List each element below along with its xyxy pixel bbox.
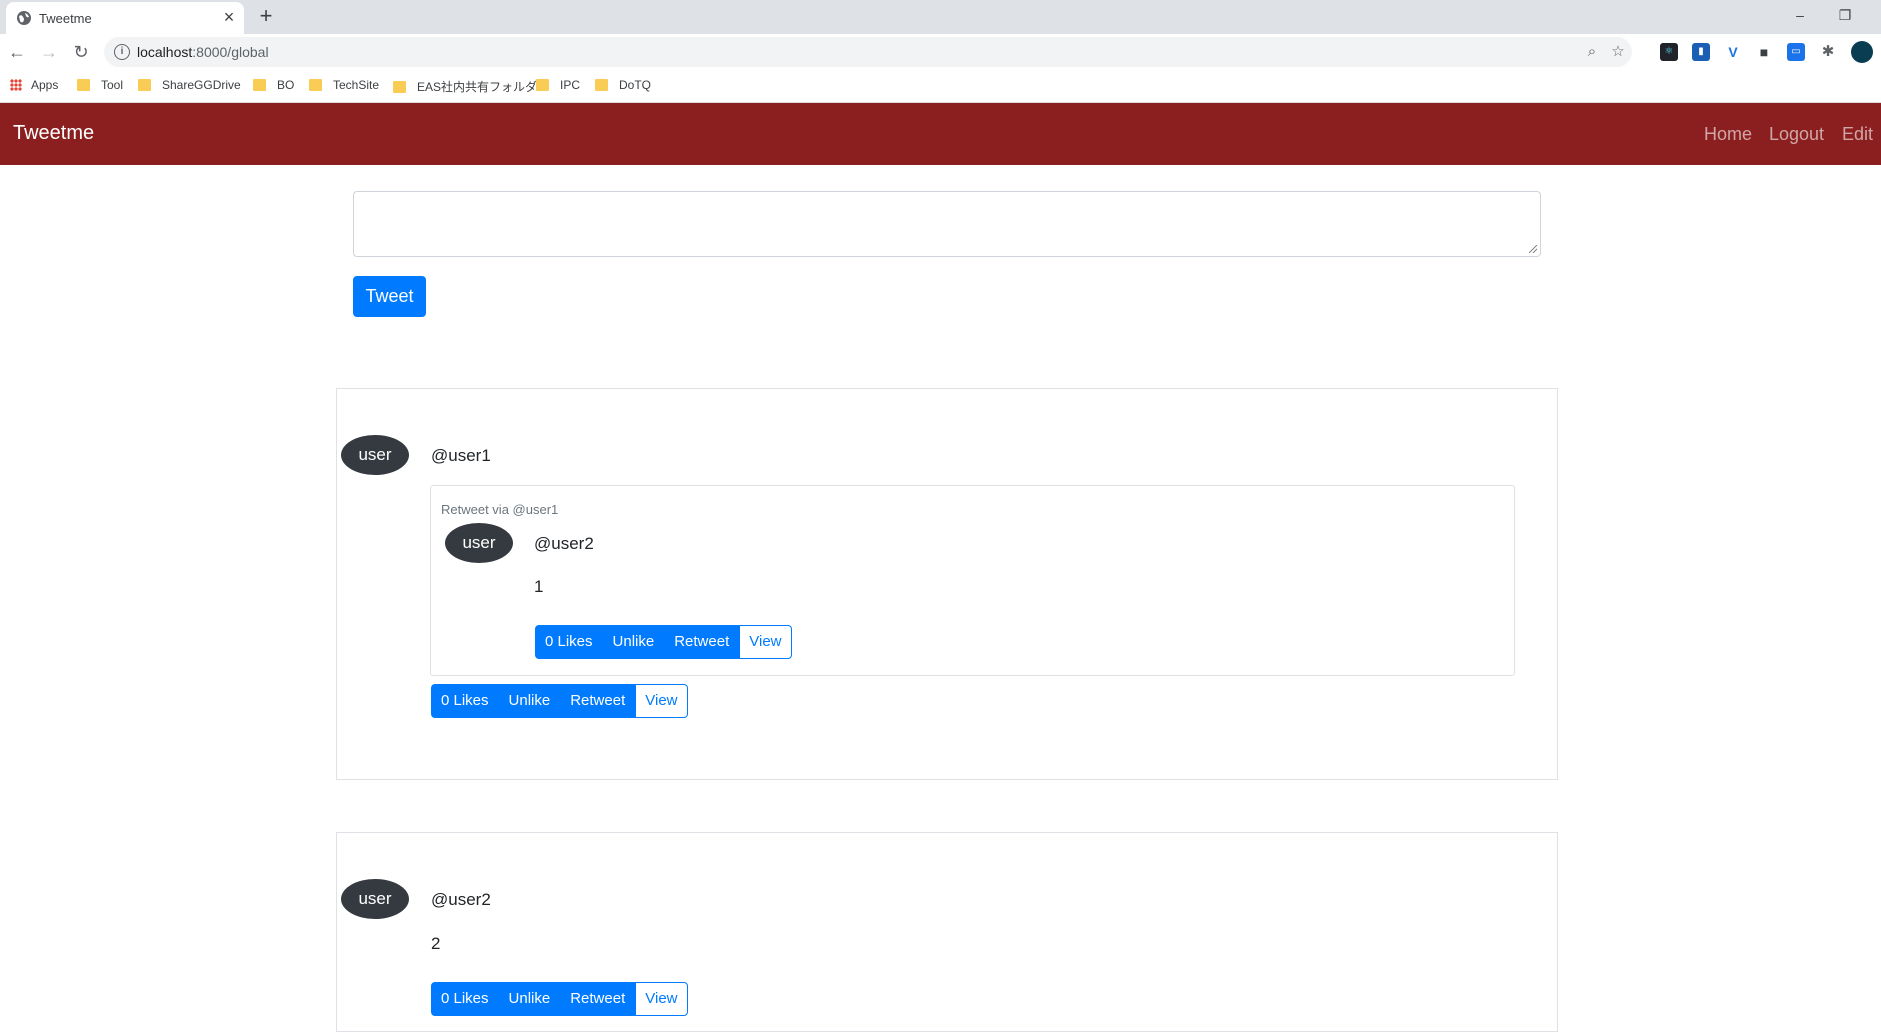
folder-icon — [138, 79, 151, 91]
bookmark-star-icon[interactable]: ☆ — [1608, 42, 1628, 62]
folder-icon — [536, 79, 549, 91]
bookmarks-bar: Apps Tool ShareGGDrive BO TechSite EAS社内… — [0, 70, 1881, 103]
tweet-handle[interactable]: @user1 — [431, 446, 491, 466]
bookmark-dotq[interactable]: DoTQ — [595, 78, 651, 92]
bookmark-techsite[interactable]: TechSite — [309, 78, 379, 92]
folder-icon — [595, 79, 608, 91]
tweet-submit-button[interactable]: Tweet — [353, 276, 426, 317]
folder-icon — [253, 79, 266, 91]
view-button[interactable]: View — [739, 625, 792, 659]
retweet-action-group: 0 Likes Unlike Retweet View — [535, 625, 792, 659]
restore-icon[interactable]: ❐ — [1830, 2, 1860, 28]
bookmark-label: BO — [277, 78, 295, 92]
nav-edit-link[interactable]: Edit — [1842, 124, 1873, 145]
bookmark-label: IPC — [560, 78, 581, 92]
address-bar[interactable]: i localhost:8000/global ⌕ ☆ — [104, 37, 1632, 67]
tweet-content: 2 — [431, 934, 441, 953]
react-devtools-icon[interactable]: ⚛ — [1660, 43, 1678, 61]
folder-icon — [309, 79, 322, 91]
avatar: user — [445, 523, 513, 563]
globe-icon — [17, 11, 31, 25]
tweet-textarea[interactable] — [353, 191, 1541, 257]
browser-tabstrip: Tweetme × + – ❐ — [0, 0, 1881, 34]
browser-toolbar: ← → ↻ i localhost:8000/global ⌕ ☆ ⚛ ▮ V … — [0, 34, 1881, 70]
unlike-button[interactable]: Unlike — [498, 982, 561, 1016]
extensions-puzzle-icon[interactable]: ✱ — [1819, 43, 1837, 61]
tweet-handle[interactable]: @user2 — [431, 890, 491, 910]
retweet-button[interactable]: Retweet — [560, 684, 636, 718]
folder-icon — [77, 79, 90, 91]
retweet-via-label: Retweet via @user1 — [441, 502, 559, 517]
retweet-handle[interactable]: @user2 — [534, 534, 594, 554]
zoom-icon[interactable]: ⌕ — [1582, 42, 1602, 62]
retweet-button[interactable]: Retweet — [664, 625, 740, 659]
browser-tab[interactable]: Tweetme × — [6, 2, 244, 34]
video-camera-icon[interactable]: ■ — [1755, 43, 1773, 61]
avatar: user — [341, 879, 409, 919]
site-info-icon[interactable]: i — [114, 44, 130, 60]
tweet-action-group: 0 Likes Unlike Retweet View — [431, 684, 688, 718]
avatar: user — [341, 435, 409, 475]
bookmark-apps[interactable]: Apps — [10, 78, 58, 92]
folder-icon — [393, 81, 406, 93]
unlike-button[interactable]: Unlike — [498, 684, 561, 718]
bookmark-label: Apps — [31, 78, 59, 92]
like-button[interactable]: 0 Likes — [431, 684, 499, 718]
nav-home-link[interactable]: Home — [1704, 124, 1752, 145]
like-button[interactable]: 0 Likes — [535, 625, 603, 659]
back-icon[interactable]: ← — [4, 39, 30, 65]
tweet-content: 1 — [534, 577, 544, 596]
bookmark-sharegg[interactable]: ShareGGDrive — [138, 78, 241, 92]
reload-icon[interactable]: ↻ — [68, 39, 94, 65]
bookmark-label: ShareGGDrive — [162, 78, 241, 92]
tweet-action-group: 0 Likes Unlike Retweet View — [431, 982, 688, 1016]
nav-logout-link[interactable]: Logout — [1769, 124, 1824, 145]
like-button[interactable]: 0 Likes — [431, 982, 499, 1016]
bookmark-ipc[interactable]: IPC — [536, 78, 580, 92]
retweet-button[interactable]: Retweet — [560, 982, 636, 1016]
vue-icon[interactable]: V — [1724, 43, 1742, 61]
url-text: localhost:8000/global — [137, 44, 269, 60]
tab-title: Tweetme — [39, 11, 92, 26]
bookmark-label: TechSite — [333, 78, 380, 92]
close-tab-icon[interactable]: × — [219, 7, 239, 27]
extension-blue-icon[interactable]: ▭ — [1787, 43, 1805, 61]
bookmark-bo[interactable]: BO — [253, 78, 294, 92]
bookmark-tool[interactable]: Tool — [77, 78, 123, 92]
unlike-button[interactable]: Unlike — [602, 625, 665, 659]
minimize-icon[interactable]: – — [1785, 2, 1815, 28]
bookmark-label: EAS社内共有フォルダ — [417, 80, 538, 94]
url-path: :8000/global — [192, 44, 269, 60]
view-button[interactable]: View — [635, 684, 688, 718]
view-button[interactable]: View — [635, 982, 688, 1016]
forward-icon[interactable]: → — [36, 39, 62, 65]
extension-red-icon[interactable]: ▮ — [1692, 43, 1710, 61]
site-navbar: Tweetme Home Logout Edit — [0, 103, 1881, 165]
bookmark-eas[interactable]: EAS社内共有フォルダ — [393, 78, 537, 95]
bookmark-label: Tool — [101, 78, 124, 92]
new-tab-icon[interactable]: + — [254, 4, 278, 28]
resize-grip-icon[interactable] — [1529, 245, 1537, 253]
brand-link[interactable]: Tweetme — [13, 122, 94, 145]
profile-avatar[interactable] — [1851, 41, 1873, 63]
bookmark-label: DoTQ — [619, 78, 652, 92]
url-host: localhost — [137, 44, 193, 60]
apps-grid-icon — [10, 79, 22, 91]
